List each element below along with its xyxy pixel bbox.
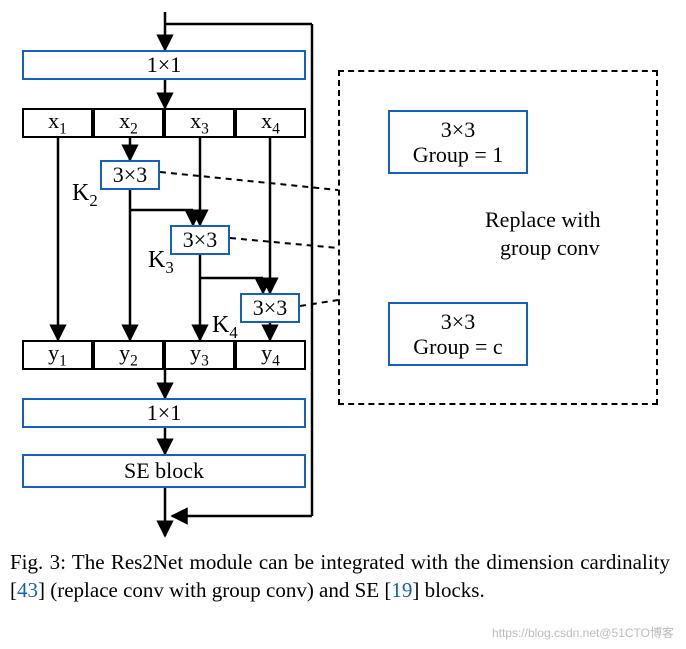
k4-label: K4 [212, 312, 238, 343]
diagram-canvas: 1×1 x1 x2 x3 x4 3×3 K2 3×3 K3 3×3 K4 y1 … [0, 0, 686, 540]
edge-label-2: group conv [500, 235, 600, 261]
conv3x3-k3: 3×3 [170, 225, 230, 255]
split-x2: x2 [93, 108, 164, 138]
split-x4: x4 [235, 108, 306, 138]
label: y3 [190, 340, 209, 370]
k2-label: K2 [72, 180, 98, 211]
line2: Group = 1 [413, 142, 504, 167]
label: y1 [48, 340, 67, 370]
label: SE block [124, 458, 204, 484]
label: 3×3 [183, 227, 217, 253]
top-1x1-conv: 1×1 [22, 50, 306, 80]
out-y4: y4 [235, 340, 306, 370]
label: 1×1 [147, 52, 181, 78]
line2: Group = c [413, 334, 502, 359]
label: x1 [48, 108, 67, 138]
label: 3×3 [253, 295, 287, 321]
split-x1: x1 [22, 108, 93, 138]
label: 1×1 [147, 400, 181, 426]
label: 3×3 [113, 162, 147, 188]
ref-43: 43 [17, 578, 38, 602]
out-y2: y2 [93, 340, 164, 370]
conv3x3-k2: 3×3 [100, 160, 160, 190]
se-block: SE block [22, 454, 306, 488]
k3-label: K3 [148, 247, 174, 278]
edge-label-1: Replace with [485, 207, 600, 233]
group-conv-panel: 3×3 Group = 1 Replace with group conv 3×… [338, 70, 658, 405]
label: x3 [190, 108, 209, 138]
label: y4 [261, 340, 280, 370]
label: y2 [119, 340, 138, 370]
ref-19: 19 [391, 578, 412, 602]
label: x4 [261, 108, 280, 138]
groupconv-bottom: 3×3 Group = c [388, 302, 528, 366]
watermark-text: https://blog.csdn.net@51CTO博客 [492, 624, 674, 641]
groupconv-top: 3×3 Group = 1 [388, 110, 528, 174]
out-y3: y3 [164, 340, 235, 370]
line1: 3×3 [441, 117, 475, 142]
label: x2 [119, 108, 138, 138]
line1: 3×3 [441, 309, 475, 334]
figure-caption: Fig. 3: The Res2Net module can be integr… [10, 548, 670, 605]
conv3x3-k4: 3×3 [240, 293, 300, 323]
bottom-1x1-conv: 1×1 [22, 398, 306, 428]
split-x3: x3 [164, 108, 235, 138]
out-y1: y1 [22, 340, 93, 370]
